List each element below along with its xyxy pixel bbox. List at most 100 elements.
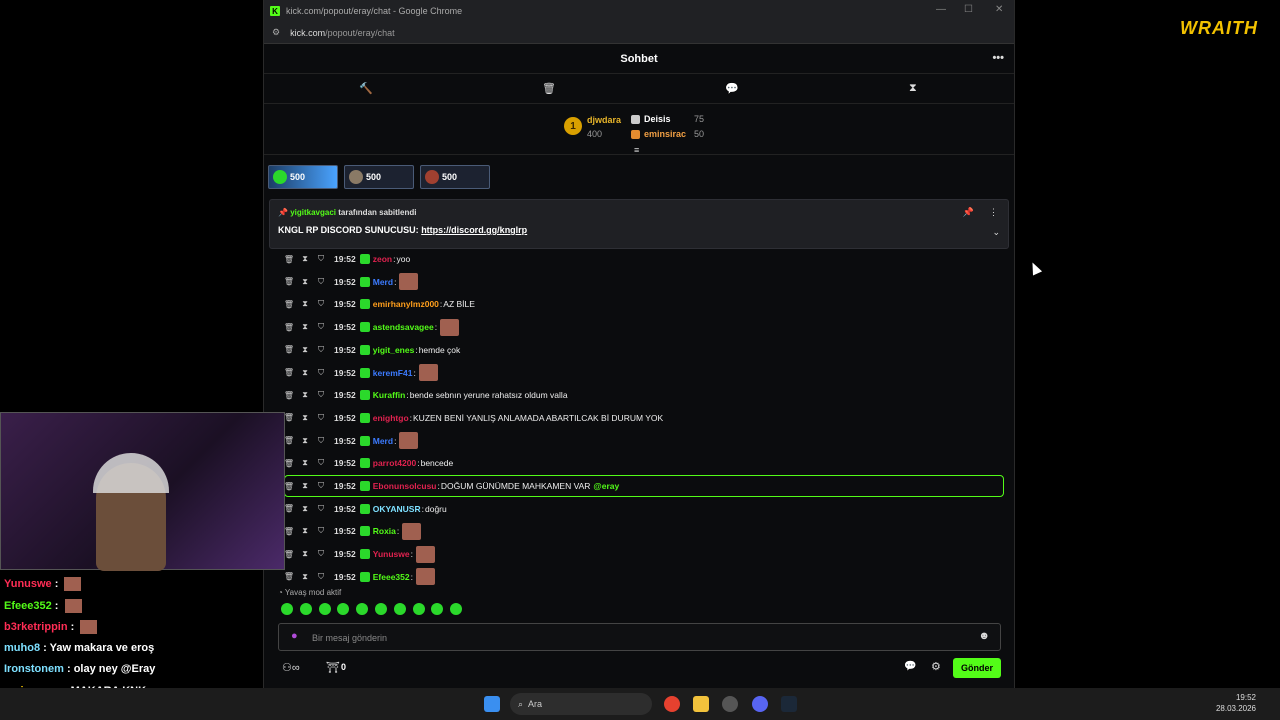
ban-hammer-icon[interactable]: 🔨 xyxy=(359,82,373,95)
ban-icon[interactable]: ⛉ xyxy=(314,413,328,423)
ban-icon[interactable]: ⛉ xyxy=(314,299,328,309)
message-username[interactable]: emirhanylmz000 xyxy=(373,299,439,309)
timeout-icon[interactable]: ⧗ xyxy=(298,526,312,536)
ban-icon[interactable]: ⛉ xyxy=(314,481,328,491)
quick-emote-icon[interactable] xyxy=(393,603,406,615)
chevron-down-icon[interactable]: ⌄ xyxy=(992,227,1000,238)
ban-icon[interactable]: ⛉ xyxy=(314,436,328,446)
delete-message-icon[interactable]: 🗑 xyxy=(282,368,296,377)
timeout-icon[interactable]: ⧗ xyxy=(298,345,312,355)
close-icon[interactable]: ✕ xyxy=(995,4,1003,15)
send-button[interactable]: Gönder xyxy=(953,658,1001,678)
emoji-picker-icon[interactable]: ☻ xyxy=(978,630,990,642)
chat-message[interactable]: 🗑 ⧗ ⛉ 19:52 Roxia: xyxy=(282,522,422,540)
ban-icon[interactable]: ⛉ xyxy=(314,277,328,287)
delete-message-icon[interactable]: 🗑 xyxy=(282,572,296,581)
timeout-icon[interactable]: ⧗ xyxy=(298,458,312,468)
more-options-icon[interactable]: ••• xyxy=(992,52,1004,64)
ban-icon[interactable]: ⛉ xyxy=(314,345,328,355)
timeout-icon[interactable]: ⧗ xyxy=(298,572,312,582)
timeout-icon[interactable]: ⧗ xyxy=(298,254,312,264)
message-input[interactable]: ● Bir mesaj gönderin ☻ xyxy=(278,623,1001,651)
message-username[interactable]: Merd xyxy=(373,436,393,446)
ban-icon[interactable]: ⛉ xyxy=(314,504,328,514)
pinned-menu-icon[interactable]: ⋮ xyxy=(989,207,998,218)
quick-emote-icon[interactable] xyxy=(337,603,350,615)
timeout-icon[interactable]: ⧗ xyxy=(298,299,312,309)
ban-icon[interactable]: ⛉ xyxy=(314,458,328,468)
chat-message[interactable]: 🗑 ⧗ ⛉ 19:52 Yunuswe: xyxy=(282,545,435,563)
gift-button-2[interactable]: 500 xyxy=(344,165,414,189)
chat-bubble-icon[interactable]: 💬 xyxy=(725,82,739,95)
unpin-icon[interactable]: 📌 xyxy=(963,207,974,218)
message-username[interactable]: yigit_enes xyxy=(373,345,415,355)
chat-message[interactable]: 🗑 ⧗ ⛉ 19:52 zeon: yoo xyxy=(282,250,410,268)
chat-message[interactable]: 🗑 ⧗ ⛉ 19:52 Efeee352: xyxy=(282,568,435,585)
timeout-icon[interactable]: ⧗ xyxy=(298,322,312,332)
message-username[interactable]: astendsavagee xyxy=(373,322,434,332)
steam-icon[interactable] xyxy=(781,696,797,712)
message-mention[interactable]: @eray xyxy=(593,481,619,491)
quick-emote-icon[interactable] xyxy=(356,603,369,615)
quick-emote-icon[interactable] xyxy=(375,603,387,615)
quick-emote-icon[interactable] xyxy=(450,603,463,615)
timeout-icon[interactable]: ⧗ xyxy=(298,413,312,423)
ban-icon[interactable]: ⛉ xyxy=(314,572,328,582)
site-settings-icon[interactable]: ⚙ xyxy=(272,27,280,38)
message-username[interactable]: enightgo xyxy=(373,413,409,423)
quick-emote-icon[interactable] xyxy=(299,603,312,615)
pinned-user[interactable]: yigitkavgaci xyxy=(290,208,336,217)
taskbar-search[interactable]: ⌕ Ara xyxy=(510,693,652,715)
delete-message-icon[interactable]: 🗑 xyxy=(282,345,296,354)
message-username[interactable]: Roxia xyxy=(373,526,396,536)
timeout-icon[interactable]: ⧗ xyxy=(298,277,312,287)
chat-message[interactable]: 🗑 ⧗ ⛉ 19:52 keremF41: xyxy=(282,364,438,382)
chat-message[interactable]: 🗑 ⧗ ⛉ 19:52 enightgo: KUZEN BENİ YANLIŞ ANLAM… xyxy=(282,409,663,427)
chat-message[interactable]: 🗑 ⧗ ⛉ 19:52 parrot4200: bencede xyxy=(282,454,453,472)
delete-message-icon[interactable]: 🗑 xyxy=(282,323,296,332)
timeout-icon[interactable]: ⧗ xyxy=(298,481,312,491)
quick-emote-icon[interactable] xyxy=(431,603,444,615)
expand-leaderboard-icon[interactable]: ≡ xyxy=(634,145,639,155)
message-username[interactable]: OKYANUSR xyxy=(373,504,421,514)
minimize-icon[interactable]: — xyxy=(936,4,946,15)
gift-button-1[interactable]: 500 xyxy=(268,165,338,189)
message-username[interactable]: Kuraffin xyxy=(373,390,406,400)
system-clock[interactable]: 19:52 28.03.2026 xyxy=(1216,692,1256,714)
delete-message-icon[interactable]: 🗑 xyxy=(282,300,296,309)
chat-message[interactable]: 🗑 ⧗ ⛉ 19:52 astendsavagee: xyxy=(282,318,460,336)
timeout-icon[interactable]: ⧗ xyxy=(298,436,312,446)
chat-message[interactable]: 🗑 ⧗ ⛉ 19:52 yigit_enes: hemde çok xyxy=(282,341,460,359)
message-username[interactable]: keremF41 xyxy=(373,368,413,378)
ban-icon[interactable]: ⛉ xyxy=(314,390,328,400)
ban-icon[interactable]: ⛉ xyxy=(314,322,328,332)
chat-message[interactable]: 🗑 ⧗ ⛉ 19:52 Ebonunsolcusu: DOĞUM GÜNÜMDE MAHK… xyxy=(282,477,619,495)
message-username[interactable]: Yunuswe xyxy=(373,549,410,559)
obs-icon[interactable] xyxy=(722,696,738,712)
windows-start-icon[interactable] xyxy=(484,696,500,712)
message-username[interactable]: parrot4200 xyxy=(373,458,416,468)
ban-icon[interactable]: ⛉ xyxy=(314,254,328,264)
ban-icon[interactable]: ⛉ xyxy=(314,549,328,559)
message-username[interactable]: Merd xyxy=(373,277,393,287)
chrome-icon[interactable] xyxy=(664,696,680,712)
address-bar[interactable]: ⚙ kick.com/popout/eray/chat xyxy=(264,22,1014,44)
ban-icon[interactable]: ⛉ xyxy=(314,368,328,378)
timeout-icon[interactable]: ⧗ xyxy=(298,504,312,514)
file-explorer-icon[interactable] xyxy=(693,696,709,712)
gift-button-3[interactable]: 500 xyxy=(420,165,490,189)
quick-emote-icon[interactable] xyxy=(318,603,331,615)
timeout-icon[interactable]: ⧗ xyxy=(298,390,312,400)
quick-emote-icon[interactable] xyxy=(412,603,425,615)
message-username[interactable]: Efeee352 xyxy=(373,572,410,582)
delete-message-icon[interactable]: 🗑 xyxy=(282,255,296,264)
settings-gear-icon[interactable]: ⚙ xyxy=(931,660,941,673)
trash-icon[interactable]: 🗑 xyxy=(542,82,556,95)
delete-message-icon[interactable]: 🗑 xyxy=(282,277,296,286)
maximize-icon[interactable]: ☐ xyxy=(964,4,973,15)
chat-message[interactable]: 🗑 ⧗ ⛉ 19:52 emirhanylmz000: AZ BİLE xyxy=(282,295,475,313)
timeout-icon[interactable]: ⧗ xyxy=(298,549,312,559)
pinned-link[interactable]: https://discord.gg/knglrp xyxy=(421,225,527,235)
chat-message[interactable]: 🗑 ⧗ ⛉ 19:52 Kuraffin: bende sebnın yerune rah… xyxy=(282,386,568,404)
chat-message[interactable]: 🗑 ⧗ ⛉ 19:52 Merd: xyxy=(282,273,419,291)
